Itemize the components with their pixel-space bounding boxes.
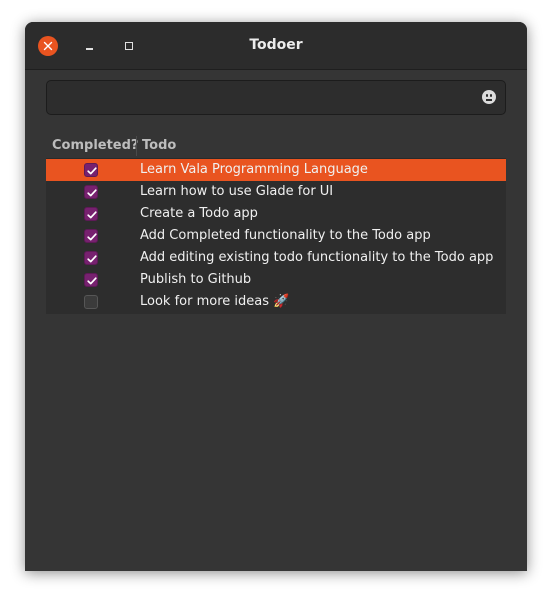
completed-checkbox[interactable] <box>84 163 98 177</box>
checkmark-icon <box>87 211 97 219</box>
todo-text[interactable]: Add editing existing todo functionality … <box>140 250 493 265</box>
emoji-icon[interactable] <box>482 90 496 104</box>
completed-checkbox[interactable] <box>84 185 98 199</box>
todo-text[interactable]: Add Completed functionality to the Todo … <box>140 228 431 243</box>
column-separator <box>136 136 137 156</box>
todo-text[interactable]: Look for more ideas 🚀 <box>140 294 289 309</box>
todo-entry[interactable] <box>46 80 506 115</box>
tree-row[interactable]: Add Completed functionality to the Todo … <box>46 225 506 247</box>
checkmark-icon <box>87 167 97 175</box>
completed-checkbox[interactable] <box>84 229 98 243</box>
tree-row[interactable]: Create a Todo app <box>46 203 506 225</box>
completed-checkbox[interactable] <box>84 251 98 265</box>
tree-row[interactable]: Learn how to use Glade for UI <box>46 181 506 203</box>
completed-checkbox[interactable] <box>84 207 98 221</box>
tree-row[interactable]: Add editing existing todo functionality … <box>46 247 506 269</box>
tree-row[interactable]: Look for more ideas 🚀 <box>46 291 506 313</box>
checkmark-icon <box>87 255 97 263</box>
completed-checkbox[interactable] <box>84 295 98 309</box>
todo-input[interactable] <box>55 87 469 109</box>
checkmark-icon <box>87 189 97 197</box>
column-header-completed[interactable]: Completed? <box>52 138 138 153</box>
todo-tree-view: Completed? Todo Learn Vala Programming L… <box>46 134 506 314</box>
todo-text[interactable]: Learn Vala Programming Language <box>140 162 368 177</box>
app-window: Todoer Completed? Todo Learn Vala Progra… <box>25 22 527 571</box>
window-title: Todoer <box>249 37 303 53</box>
tree-row[interactable]: Learn Vala Programming Language <box>46 159 506 181</box>
checkmark-icon <box>87 277 97 285</box>
completed-checkbox[interactable] <box>84 273 98 287</box>
tree-row[interactable]: Publish to Github <box>46 269 506 291</box>
titlebar: Todoer <box>25 22 527 70</box>
tree-header: Completed? Todo <box>46 134 506 159</box>
todo-text[interactable]: Create a Todo app <box>140 206 258 221</box>
todo-text[interactable]: Publish to Github <box>140 272 251 287</box>
todo-text[interactable]: Learn how to use Glade for UI <box>140 184 333 199</box>
column-header-todo[interactable]: Todo <box>142 138 176 153</box>
checkmark-icon <box>87 233 97 241</box>
